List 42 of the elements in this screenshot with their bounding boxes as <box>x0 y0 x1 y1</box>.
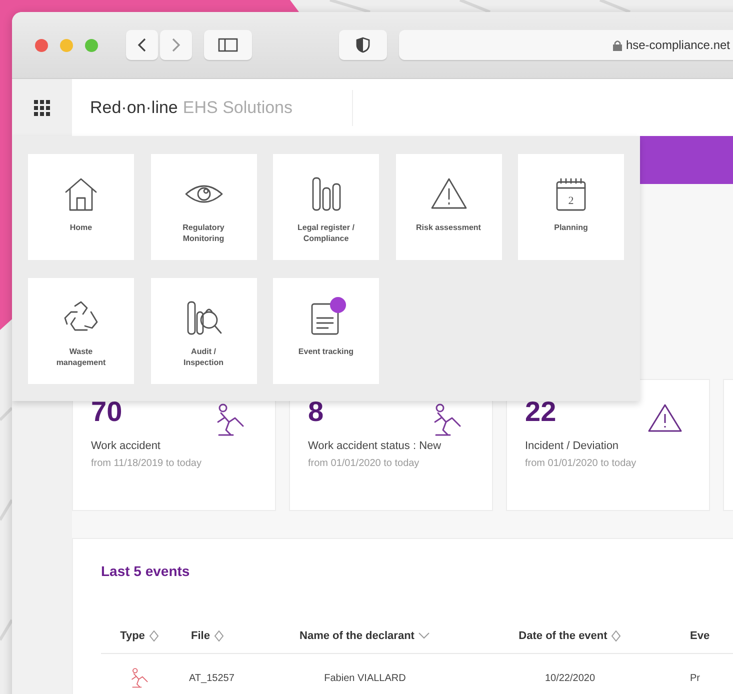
stat-value: 70 <box>91 396 122 428</box>
chevron-right-icon <box>171 38 181 52</box>
stat-label: Work accident <box>91 440 162 452</box>
stat-value: 22 <box>525 396 556 428</box>
menu-tile[interactable]: Regulatory Monitoring <box>150 154 256 260</box>
menu-tile[interactable]: Event tracking <box>273 278 379 384</box>
warning-icon <box>647 402 683 434</box>
privacy-button[interactable] <box>339 30 387 60</box>
menu-tile[interactable]: Waste management <box>28 278 134 384</box>
menu-tile[interactable]: Legal register / Compliance <box>273 154 379 260</box>
back-button[interactable] <box>126 30 158 60</box>
events-title: Last 5 events <box>101 563 191 579</box>
stat-label: Work accident status : New <box>308 440 442 452</box>
table-cell-text: AT_15257 <box>188 672 236 686</box>
menu-tile[interactable]: Audit / Inspection <box>150 278 256 384</box>
shield-icon <box>356 37 370 53</box>
stat-period: from 11/18/2019 to today <box>91 458 202 469</box>
app-grid-icon[interactable] <box>34 100 50 116</box>
table-cell-text: Fabien VIALLARD <box>323 672 407 686</box>
menu-tile[interactable]: 2 Planning <box>518 154 624 260</box>
stat-label: Incident / Deviation <box>525 440 620 452</box>
column-header[interactable]: Type <box>101 619 178 654</box>
lock-icon <box>612 40 622 50</box>
product-name: EHS Solutions <box>182 98 293 118</box>
brand-name: Red·on·line <box>90 98 178 118</box>
chevron-left-icon <box>137 38 147 52</box>
column-header[interactable]: File <box>178 619 280 654</box>
column-header[interactable]: Name of the declarant <box>280 619 450 654</box>
table-cell-text: 10/22/2020 <box>544 672 596 686</box>
stat-period: from 01/01/2020 to today <box>525 458 638 469</box>
sidebar-icon <box>218 38 238 52</box>
falling-person-icon <box>128 667 150 689</box>
address-bar[interactable]: hse-compliance.net <box>399 30 733 60</box>
stat-value: 8 <box>308 396 324 428</box>
column-header[interactable]: Date of the event <box>450 619 690 654</box>
menu-tile[interactable]: Risk assessment <box>396 154 502 260</box>
stat-period: from 01/01/2020 to today <box>308 458 420 469</box>
sidebar-button[interactable] <box>204 30 252 60</box>
menu-tile[interactable]: Home <box>28 154 134 260</box>
table-cell-text: Pr <box>690 672 701 686</box>
column-header[interactable]: Eve <box>690 619 733 654</box>
close-button[interactable] <box>35 38 48 52</box>
